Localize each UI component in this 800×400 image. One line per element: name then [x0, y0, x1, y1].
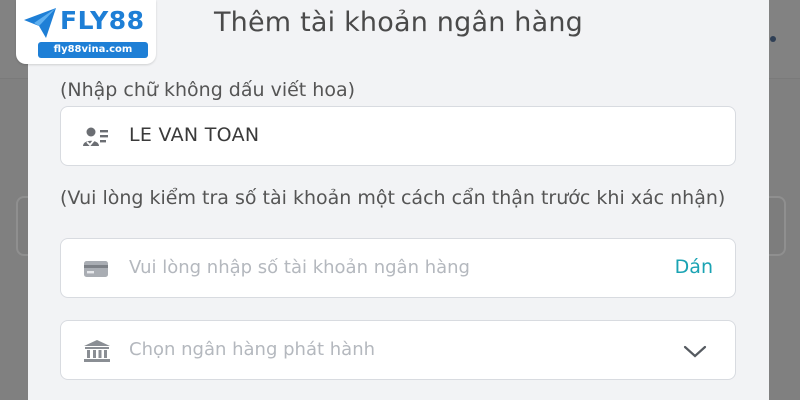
account-number-field[interactable]: Dán [60, 238, 736, 298]
id-card-icon [83, 125, 109, 149]
account-name-value: LE VAN TOAN [129, 124, 260, 146]
account-number-input[interactable] [129, 257, 649, 278]
credit-card-icon [83, 257, 109, 281]
brand-domain: fly88vina.com [38, 42, 148, 58]
paste-button[interactable]: Dán [675, 256, 713, 278]
brand-name: FLY88 [60, 6, 145, 35]
bank-icon [83, 339, 110, 363]
chevron-down-icon[interactable] [683, 341, 707, 361]
paper-plane-icon [22, 6, 58, 40]
background-menu-icon [770, 36, 776, 42]
bank-select-placeholder: Chọn ngân hàng phát hành [129, 339, 376, 360]
account-name-hint: (Nhập chữ không dấu viết hoa) [60, 79, 356, 101]
account-name-field[interactable]: LE VAN TOAN [60, 106, 736, 166]
brand-logo[interactable]: FLY88 fly88vina.com [16, 0, 156, 64]
bank-select[interactable]: Chọn ngân hàng phát hành [60, 320, 736, 380]
account-number-hint: (Vui lòng kiểm tra số tài khoản một cách… [60, 187, 726, 209]
